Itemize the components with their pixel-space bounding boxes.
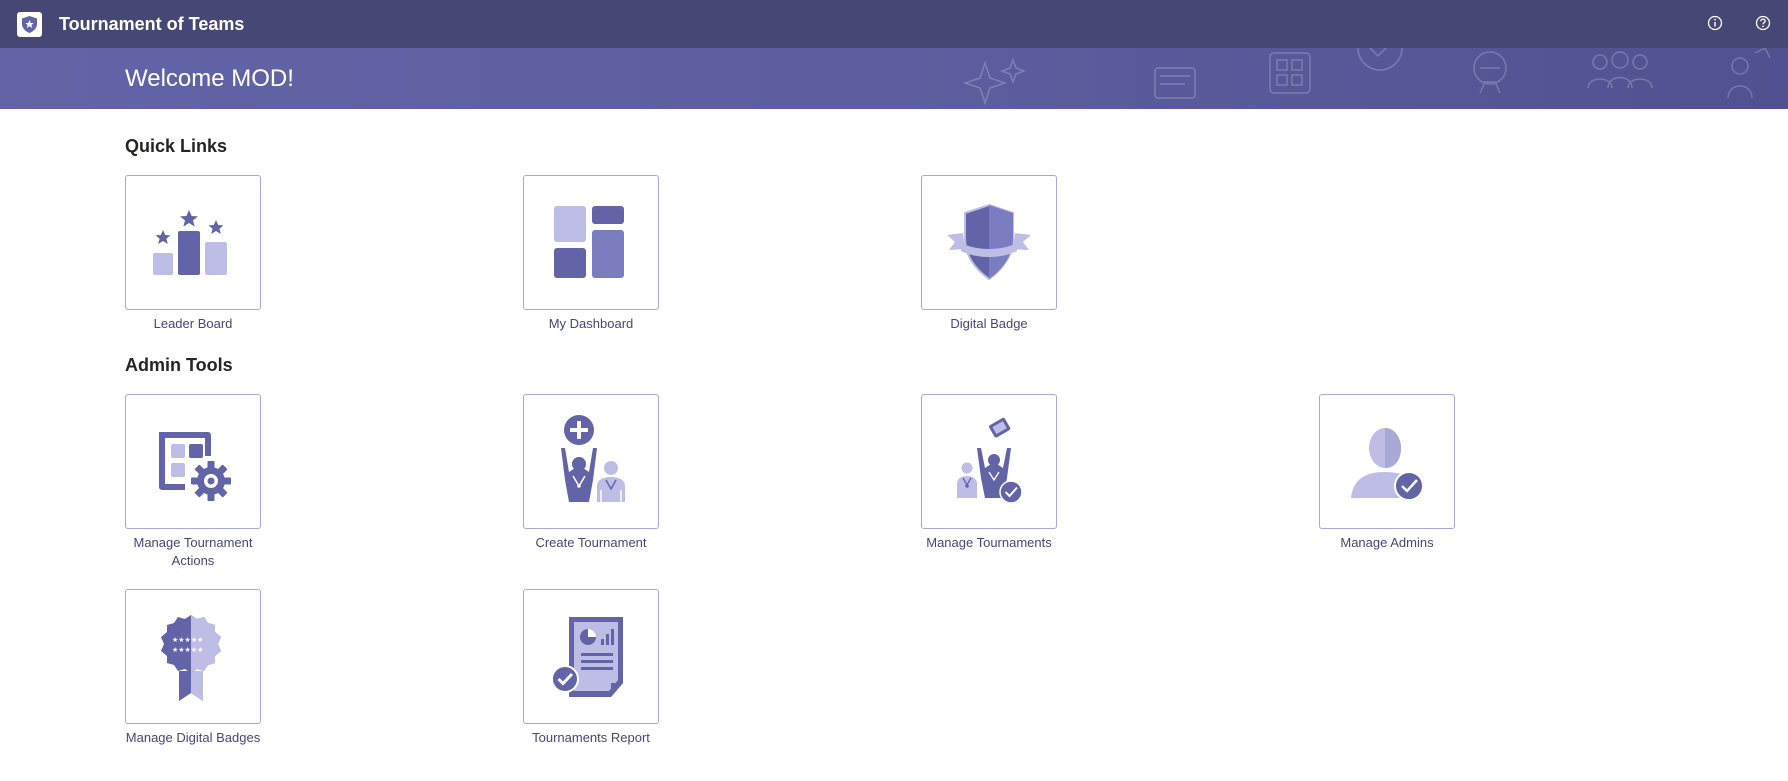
top-bar: Tournament of Teams bbox=[0, 0, 1788, 48]
app-logo-icon bbox=[17, 12, 42, 37]
admin-check-icon bbox=[1351, 427, 1424, 501]
tile-my-dashboard-box[interactable] bbox=[523, 175, 659, 310]
tile-digital-badge[interactable]: Digital Badge bbox=[914, 175, 1064, 333]
tile-leader-board[interactable]: Leader Board bbox=[118, 175, 268, 333]
svg-text:★★★★★: ★★★★★ bbox=[172, 636, 203, 644]
grid-gear-icon bbox=[159, 431, 231, 501]
tile-manage-tournaments-box[interactable] bbox=[921, 394, 1057, 529]
welcome-banner: Welcome MOD! bbox=[0, 48, 1788, 109]
tile-label: Manage Tournament Actions bbox=[133, 535, 253, 568]
tile-label: Manage Tournaments bbox=[926, 535, 1052, 550]
tile-manage-admins-box[interactable] bbox=[1319, 394, 1455, 529]
app-title: Tournament of Teams bbox=[59, 14, 245, 34]
tile-manage-tournament-actions-box[interactable] bbox=[125, 394, 261, 529]
rosette-badge-icon: ★★★★★ ★★★★★ bbox=[161, 614, 221, 701]
tile-my-dashboard[interactable]: My Dashboard bbox=[516, 175, 666, 333]
tile-label: Tournaments Report bbox=[532, 730, 650, 745]
dashboard-grid-icon bbox=[554, 205, 624, 278]
tile-create-tournament-box[interactable] bbox=[523, 394, 659, 529]
tile-label: Manage Digital Badges bbox=[125, 730, 261, 745]
tile-manage-tournaments[interactable]: Manage Tournaments bbox=[914, 394, 1064, 552]
tile-manage-tournament-actions[interactable]: Manage Tournament Actions bbox=[118, 394, 268, 570]
tile-label: Manage Admins bbox=[1340, 535, 1434, 550]
tile-label: My Dashboard bbox=[548, 316, 634, 331]
welcome-message: Welcome MOD! bbox=[125, 65, 294, 92]
shield-badge-icon bbox=[947, 203, 1031, 280]
banner-decoration-icon bbox=[962, 48, 1771, 106]
svg-text:★★★★★: ★★★★★ bbox=[172, 646, 203, 654]
tile-tournaments-report[interactable]: Tournaments Report bbox=[516, 589, 666, 747]
help-circle-icon[interactable] bbox=[1753, 13, 1773, 33]
manage-tournaments-icon bbox=[957, 417, 1023, 504]
tile-label: Create Tournament bbox=[535, 535, 647, 550]
info-circle-icon[interactable] bbox=[1705, 13, 1725, 33]
tile-leader-board-box[interactable] bbox=[125, 175, 261, 310]
tile-tournaments-report-box[interactable] bbox=[523, 589, 659, 724]
tile-manage-admins[interactable]: Manage Admins bbox=[1312, 394, 1462, 552]
tile-digital-badge-box[interactable] bbox=[921, 175, 1057, 310]
tile-create-tournament[interactable]: Create Tournament bbox=[516, 394, 666, 552]
tile-manage-digital-badges-box[interactable]: ★★★★★ ★★★★★ bbox=[125, 589, 261, 724]
tile-label: Leader Board bbox=[153, 316, 233, 331]
tile-manage-digital-badges[interactable]: ★★★★★ ★★★★★ Manage Digital Badges bbox=[118, 589, 268, 747]
quick-links-heading: Quick Links bbox=[125, 136, 228, 156]
leaderboard-podium-icon bbox=[153, 209, 227, 275]
report-document-icon bbox=[551, 616, 623, 697]
admin-tools-heading: Admin Tools bbox=[125, 355, 233, 375]
tile-label: Digital Badge bbox=[950, 316, 1028, 331]
create-tournament-icon bbox=[561, 414, 625, 502]
